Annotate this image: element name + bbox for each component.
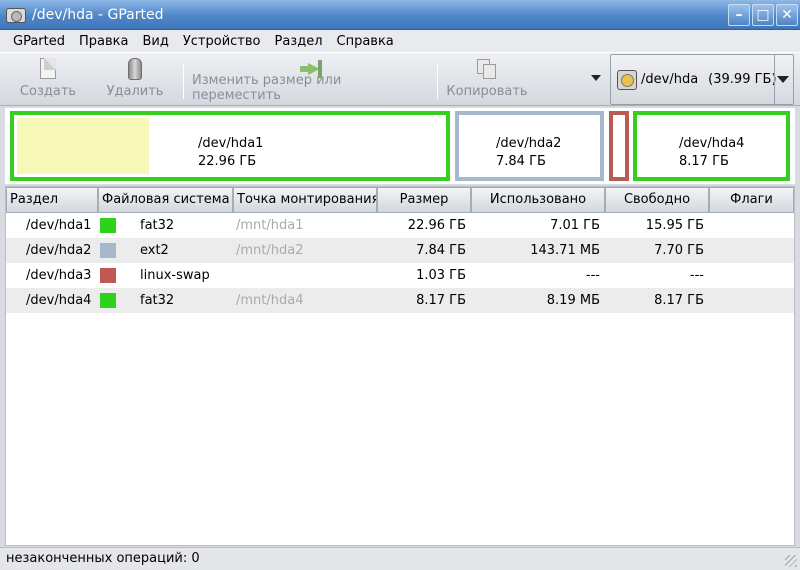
status-bar: незаконченных операций: 0 — [0, 547, 800, 570]
row-size: 8.17 ГБ — [416, 293, 466, 308]
partition-size: 22.96 ГБ — [198, 154, 257, 169]
title-bar[interactable]: /dev/hda - GParted – □ ✕ — [0, 0, 800, 30]
row-mountpoint: /mnt/hda2 — [236, 243, 304, 258]
diskmap-partition-hda1[interactable]: /dev/hda1 22.96 ГБ — [10, 111, 450, 181]
menu-edit[interactable]: Правка — [72, 34, 135, 49]
gparted-app-icon — [5, 5, 27, 25]
row-mountpoint: /mnt/hda4 — [236, 293, 304, 308]
menu-bar: GParted Правка Вид Устройство Раздел Спр… — [0, 30, 800, 52]
filesystem-color-swatch — [100, 218, 116, 233]
menu-help[interactable]: Справка — [330, 34, 401, 49]
resize-grip-icon[interactable] — [785, 555, 797, 567]
row-used: --- — [585, 268, 600, 283]
column-header-filesystem[interactable]: Файловая система — [98, 187, 233, 213]
row-used: 7.01 ГБ — [550, 218, 600, 233]
row-used: 8.19 МБ — [546, 293, 600, 308]
row-free: 7.70 ГБ — [654, 243, 704, 258]
minimize-button[interactable]: – — [728, 3, 750, 26]
toolbar-overflow-arrow-icon[interactable] — [591, 75, 601, 81]
disk-map: /dev/hda1 22.96 ГБ /dev/hda2 7.84 ГБ /de… — [5, 108, 795, 184]
create-button[interactable]: Создать — [18, 57, 78, 103]
window-title: /dev/hda - GParted — [32, 6, 164, 23]
row-filesystem: linux-swap — [140, 268, 210, 283]
trash-icon — [128, 58, 142, 80]
toolbar-separator — [437, 63, 438, 99]
row-free: --- — [689, 268, 704, 283]
table-row[interactable]: /dev/hda1 fat32 /mnt/hda1 22.96 ГБ 7.01 … — [6, 213, 794, 238]
column-header-free[interactable]: Свободно — [605, 187, 709, 213]
new-document-icon — [40, 58, 56, 79]
row-size: 22.96 ГБ — [407, 218, 466, 233]
table-row[interactable]: /dev/hda3 linux-swap 1.03 ГБ --- --- — [6, 263, 794, 288]
filesystem-color-swatch — [100, 243, 116, 258]
row-mountpoint: /mnt/hda1 — [236, 218, 304, 233]
device-selector[interactable]: /dev/hda (39.99 ГБ) — [610, 54, 794, 105]
row-size: 1.03 ГБ — [416, 268, 466, 283]
hard-disk-icon — [617, 69, 637, 90]
close-button[interactable]: ✕ — [776, 3, 798, 26]
delete-label: Удалить — [106, 84, 164, 99]
chevron-down-icon[interactable] — [774, 55, 790, 104]
row-filesystem: fat32 — [140, 293, 175, 308]
partition-name: /dev/hda1 — [198, 136, 264, 151]
used-space-fill — [17, 118, 149, 174]
filesystem-color-swatch — [100, 293, 116, 308]
toolbar-separator — [183, 63, 184, 99]
table-row[interactable]: /dev/hda2 ext2 /mnt/hda2 7.84 ГБ 143.71 … — [6, 238, 794, 263]
row-size: 7.84 ГБ — [416, 243, 466, 258]
resize-arrow-icon — [300, 60, 324, 78]
partition-size: 7.84 ГБ — [496, 154, 546, 169]
menu-gparted[interactable]: GParted — [6, 34, 72, 49]
menu-view[interactable]: Вид — [135, 34, 175, 49]
row-free: 15.95 ГБ — [645, 218, 704, 233]
row-free: 8.17 ГБ — [654, 293, 704, 308]
device-size: (39.99 ГБ) — [708, 72, 777, 87]
row-partition: /dev/hda1 — [26, 218, 92, 233]
copy-button[interactable]: Копировать — [446, 57, 528, 103]
column-header-partition[interactable]: Раздел — [6, 187, 98, 213]
diskmap-partition-hda3[interactable] — [609, 111, 629, 181]
resize-move-button[interactable]: Изменить размер или переместить — [192, 57, 430, 103]
diskmap-partition-hda4[interactable]: /dev/hda4 8.17 ГБ — [633, 111, 790, 181]
pending-operations-status: незаконченных операций: 0 — [6, 551, 200, 566]
copy-icon — [477, 59, 497, 79]
maximize-button[interactable]: □ — [752, 3, 774, 26]
create-label: Создать — [19, 84, 77, 99]
row-partition: /dev/hda4 — [26, 293, 92, 308]
table-header: Раздел Файловая система Точка монтирован… — [6, 187, 794, 213]
column-header-used[interactable]: Использовано — [471, 187, 605, 213]
device-name: /dev/hda — [641, 72, 699, 87]
menu-partition[interactable]: Раздел — [267, 34, 329, 49]
partition-name: /dev/hda4 — [679, 136, 745, 151]
menu-device[interactable]: Устройство — [176, 34, 268, 49]
row-partition: /dev/hda3 — [26, 268, 92, 283]
row-partition: /dev/hda2 — [26, 243, 92, 258]
filesystem-color-swatch — [100, 268, 116, 283]
row-used: 143.71 МБ — [530, 243, 600, 258]
partition-size: 8.17 ГБ — [679, 154, 729, 169]
partition-table: Раздел Файловая система Точка монтирован… — [5, 186, 795, 546]
copy-label: Копировать — [446, 84, 528, 99]
row-filesystem: fat32 — [140, 218, 175, 233]
column-header-size[interactable]: Размер — [377, 187, 471, 213]
partition-name: /dev/hda2 — [496, 136, 562, 151]
row-filesystem: ext2 — [140, 243, 169, 258]
delete-button[interactable]: Удалить — [103, 57, 167, 103]
column-header-mountpoint[interactable]: Точка монтирования — [233, 187, 377, 213]
table-row[interactable]: /dev/hda4 fat32 /mnt/hda4 8.17 ГБ 8.19 М… — [6, 288, 794, 313]
column-header-flags[interactable]: Флаги — [709, 187, 794, 213]
diskmap-partition-hda2[interactable]: /dev/hda2 7.84 ГБ — [455, 111, 604, 181]
